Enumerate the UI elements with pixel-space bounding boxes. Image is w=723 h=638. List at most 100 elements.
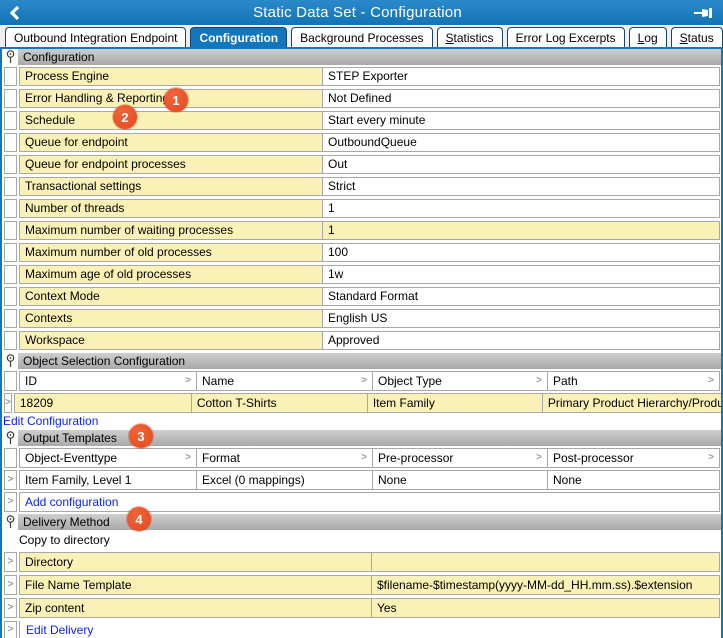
- attribute-value[interactable]: Standard Format: [323, 288, 719, 305]
- column-header-post-processor[interactable]: Post-processor>: [548, 449, 719, 467]
- attribute-value[interactable]: Strict: [323, 178, 719, 195]
- tab-outbound-integration-endpoint[interactable]: Outbound Integration Endpoint: [5, 27, 186, 47]
- attribute-value[interactable]: Not Defined: [323, 90, 719, 107]
- row-gutter[interactable]: [4, 331, 17, 350]
- row-expand-gutter[interactable]: >: [4, 492, 17, 512]
- row-gutter[interactable]: [4, 111, 17, 130]
- column-header-path[interactable]: Path>: [548, 372, 719, 390]
- config-row-workspace: WorkspaceApproved: [4, 331, 720, 350]
- row-expand-gutter[interactable]: >: [4, 598, 17, 618]
- flipper-pin-icon[interactable]: [3, 354, 18, 368]
- config-row-queue-for-endpoint: Queue for endpointOutboundQueue: [4, 133, 720, 152]
- attribute-label: File Name Template: [20, 576, 372, 594]
- attribute-value[interactable]: Yes: [372, 599, 719, 617]
- edit-configuration-link[interactable]: Edit Configuration: [3, 414, 98, 428]
- tab-background-processes[interactable]: Background Processes: [291, 27, 432, 47]
- flipper-pin-icon[interactable]: [3, 431, 18, 445]
- row-gutter[interactable]: [4, 155, 17, 174]
- section-header-output-templates: Output Templates: [3, 430, 721, 446]
- row-gutter[interactable]: [4, 133, 17, 152]
- cell-pre-processor: None: [373, 471, 548, 489]
- tab-statistics[interactable]: Statistics: [437, 27, 503, 47]
- row-expand-gutter[interactable]: >: [4, 393, 12, 413]
- column-chevron-icon[interactable]: >: [708, 453, 714, 463]
- add-configuration-link[interactable]: Add configuration: [25, 495, 118, 509]
- column-chevron-icon[interactable]: >: [361, 453, 367, 463]
- attribute-value[interactable]: 1: [323, 200, 719, 217]
- column-header-pre-processor[interactable]: Pre-processor>: [373, 449, 548, 467]
- row-gutter[interactable]: [4, 89, 17, 108]
- attribute-label: Number of threads: [20, 200, 323, 217]
- row-gutter[interactable]: [4, 243, 17, 262]
- content-left-border: [0, 47, 2, 638]
- row-expand-gutter[interactable]: >: [4, 621, 17, 638]
- attribute-label: Maximum age of old processes: [20, 266, 323, 283]
- column-header-id[interactable]: ID>: [20, 372, 197, 390]
- row-expand-gutter[interactable]: >: [4, 575, 17, 595]
- column-chevron-icon[interactable]: >: [185, 453, 191, 463]
- column-chevron-icon[interactable]: >: [361, 376, 367, 386]
- attribute-value[interactable]: STEP Exporter: [323, 68, 719, 85]
- cell-format: Excel (0 mappings): [197, 471, 373, 489]
- chevron-left-icon: [8, 5, 22, 21]
- pin-window-button[interactable]: [685, 7, 723, 19]
- delivery-row-directory: > Directory: [4, 552, 720, 572]
- tab-error-log-excerpts[interactable]: Error Log Excerpts: [507, 27, 625, 47]
- row-gutter[interactable]: [4, 199, 17, 218]
- attribute-value[interactable]: Approved: [323, 332, 719, 349]
- row-expand-gutter[interactable]: >: [4, 552, 17, 572]
- title-bar: Static Data Set - Configuration: [0, 0, 723, 25]
- edit-delivery-link[interactable]: Edit Delivery: [26, 623, 93, 637]
- expand-chevron-icon: >: [8, 625, 14, 635]
- config-row-max-age-old-processes: Maximum age of old processes1w: [4, 265, 720, 284]
- row-gutter[interactable]: [4, 67, 17, 86]
- config-row-queue-endpoint-processes: Queue for endpoint processesOut: [4, 155, 720, 174]
- delivery-row-zip-content: > Zip contentYes: [4, 598, 720, 618]
- attribute-value[interactable]: Out: [323, 156, 719, 173]
- column-header-object-type[interactable]: Object Type>: [373, 372, 548, 390]
- expand-chevron-icon: >: [8, 475, 14, 485]
- attribute-value[interactable]: $filename-$timestamp(yyyy-MM-dd_HH.mm.ss…: [372, 576, 719, 594]
- config-row-max-old-processes: Maximum number of old processes100: [4, 243, 720, 262]
- section-header-configuration: Configuration: [3, 49, 721, 65]
- row-expand-gutter[interactable]: >: [4, 470, 17, 490]
- cell-post-processor: None: [548, 471, 719, 489]
- config-row-error-handling: Error Handling & ReportingNot Defined: [4, 89, 720, 108]
- row-gutter[interactable]: [4, 177, 17, 196]
- back-button[interactable]: [0, 5, 30, 21]
- tab-configuration[interactable]: Configuration: [190, 27, 287, 47]
- expand-chevron-icon: >: [5, 398, 11, 408]
- column-chevron-icon[interactable]: >: [708, 376, 714, 386]
- cell-object-type: Item Family: [368, 394, 543, 412]
- attribute-value[interactable]: 1w: [323, 266, 719, 283]
- row-gutter[interactable]: [4, 287, 17, 306]
- attribute-value[interactable]: Start every minute: [323, 112, 719, 129]
- window-title: Static Data Set - Configuration: [30, 4, 685, 21]
- column-header-format[interactable]: Format>: [197, 449, 373, 467]
- attribute-value[interactable]: 1: [323, 222, 719, 239]
- cell-path: Primary Product Hierarchy/Produc...: [543, 394, 723, 412]
- output-templates-data-row[interactable]: > Item Family, Level 1 Excel (0 mappings…: [4, 470, 720, 490]
- attribute-value[interactable]: [372, 553, 719, 571]
- row-gutter[interactable]: [4, 265, 17, 284]
- tab-status[interactable]: Status: [671, 27, 723, 47]
- tab-log[interactable]: Log: [629, 27, 667, 47]
- column-chevron-icon[interactable]: >: [536, 453, 542, 463]
- object-selection-data-row[interactable]: > 18209 Cotton T-Shirts Item Family Prim…: [4, 393, 720, 413]
- delivery-method-value: Copy to directory: [19, 532, 723, 549]
- column-chevron-icon[interactable]: >: [536, 376, 542, 386]
- column-header-name[interactable]: Name>: [197, 372, 373, 390]
- attribute-label: Context Mode: [20, 288, 323, 305]
- config-row-contexts: ContextsEnglish US: [4, 309, 720, 328]
- row-gutter[interactable]: [4, 221, 17, 240]
- flipper-pin-icon[interactable]: [3, 50, 18, 64]
- section-header-object-selection: Object Selection Configuration: [3, 353, 721, 369]
- flipper-pin-icon[interactable]: [3, 515, 18, 529]
- row-gutter[interactable]: [4, 309, 17, 328]
- attribute-value[interactable]: OutboundQueue: [323, 134, 719, 151]
- attribute-value[interactable]: English US: [323, 310, 719, 327]
- column-chevron-icon[interactable]: >: [185, 376, 191, 386]
- annotation-badge-1: 1: [164, 88, 188, 112]
- attribute-value[interactable]: 100: [323, 244, 719, 261]
- column-header-object-eventtype[interactable]: Object-Eventtype>: [20, 449, 197, 467]
